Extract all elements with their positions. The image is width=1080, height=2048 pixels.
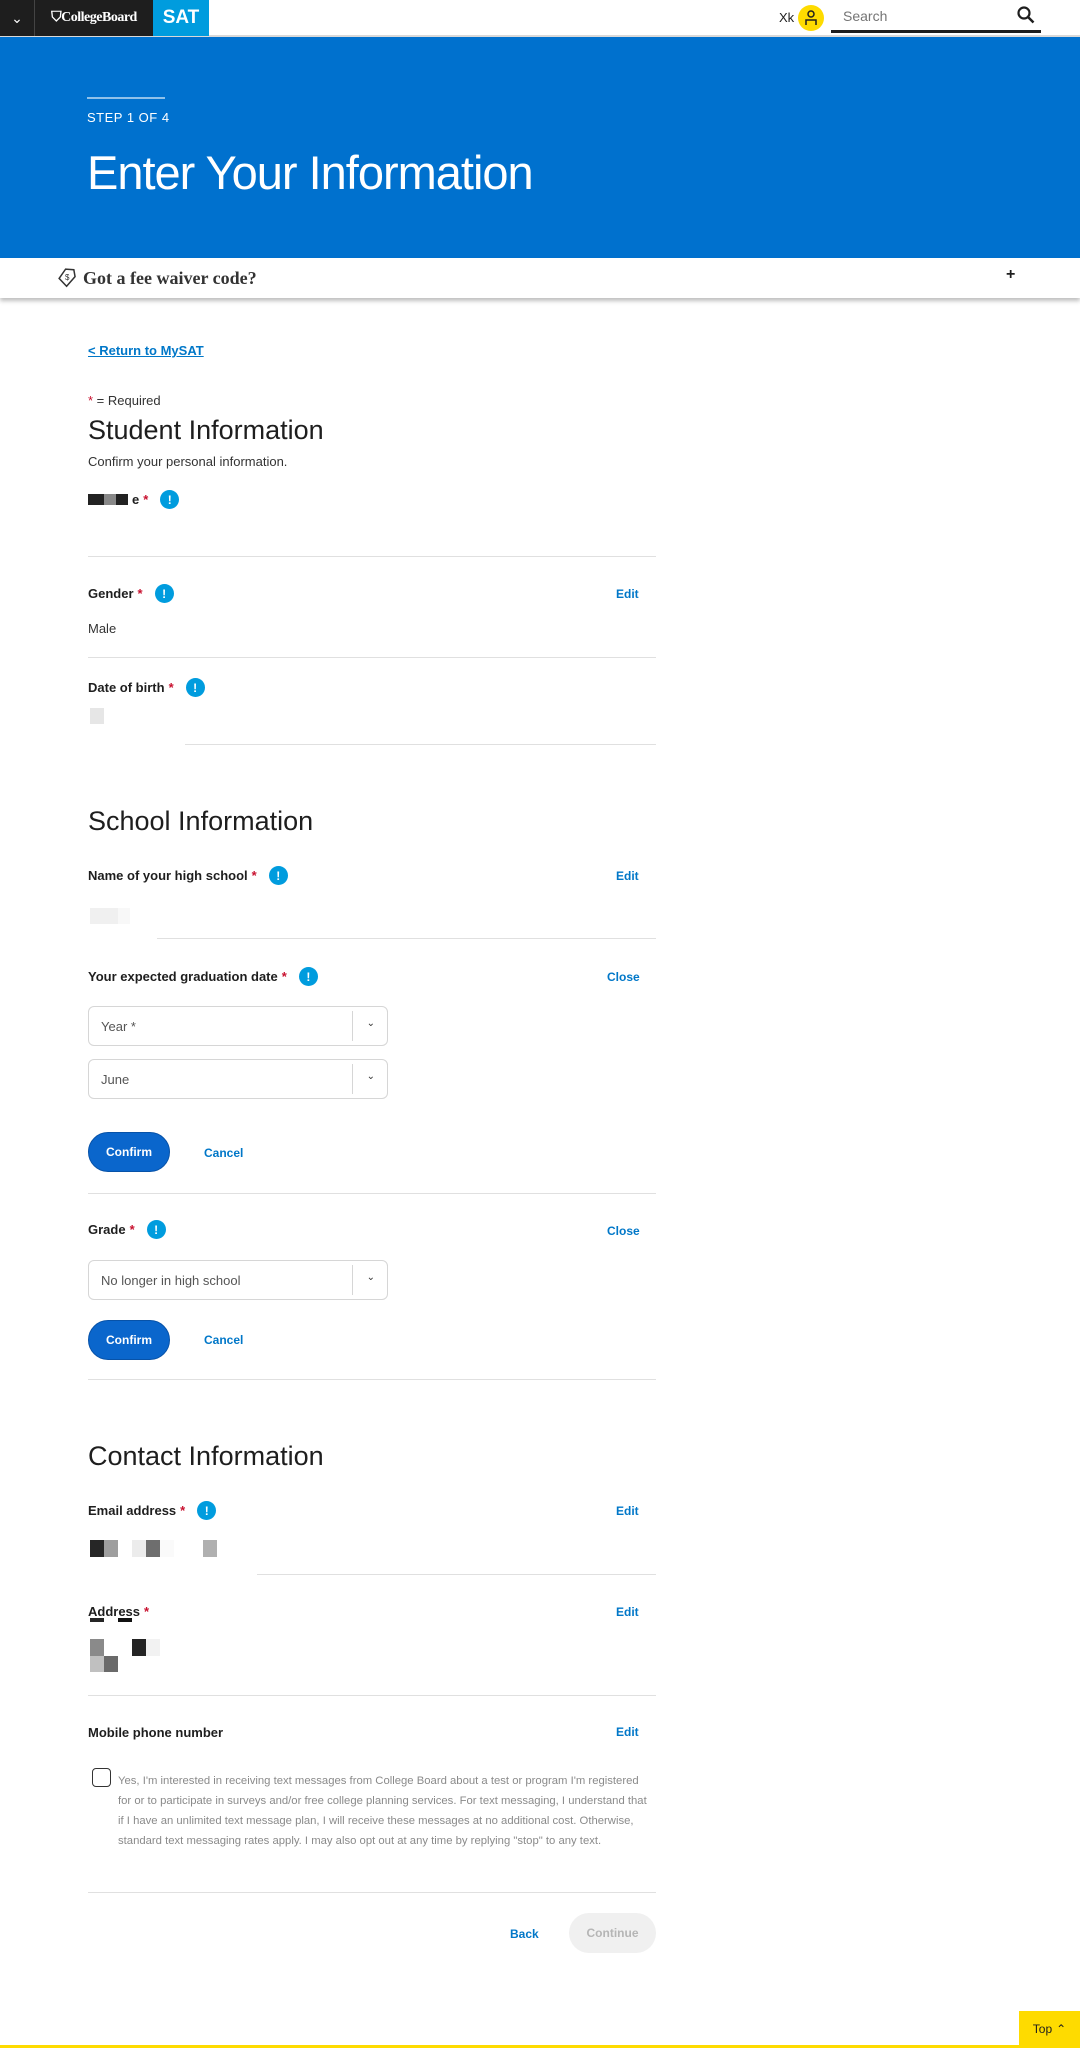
high-school-edit-link[interactable]: Edit <box>616 869 639 883</box>
info-icon[interactable]: ! <box>197 1501 217 1520</box>
chevron-down-icon: ⌄ <box>366 1071 375 1082</box>
student-subtitle: Confirm your personal information. <box>88 454 288 469</box>
chevron-down-icon: ⌄ <box>366 1272 375 1283</box>
page-title: Enter Your Information <box>87 146 534 199</box>
redacted-block <box>90 708 104 724</box>
chevron-up-icon: ⌃ <box>1056 2022 1067 2036</box>
back-button[interactable]: Back <box>510 1927 539 1941</box>
grade-select[interactable]: No longer in high school ⌄ <box>88 1260 388 1300</box>
info-icon[interactable]: ! <box>185 678 205 697</box>
grade-confirm-button[interactable]: Confirm <box>88 1320 170 1360</box>
divider <box>88 657 656 658</box>
name-field-label: e * ! <box>88 490 180 509</box>
info-icon[interactable]: ! <box>268 866 288 885</box>
student-information-heading: Student Information <box>88 415 324 445</box>
graduation-month-select[interactable]: June ⌄ <box>88 1059 388 1099</box>
svg-text:$: $ <box>65 273 70 282</box>
divider <box>257 1574 656 1575</box>
graduation-date-label: Your expected graduation date *! <box>88 967 318 986</box>
collegeboard-logo[interactable]: ⛉ CollegeBoard <box>35 0 153 36</box>
user-initials[interactable]: Xk <box>779 10 794 25</box>
acorn-icon: ⛉ <box>51 10 62 25</box>
back-to-top-button[interactable]: Top ⌃ <box>1019 2011 1080 2047</box>
school-information-heading: School Information <box>88 806 314 836</box>
grade-label: Grade *! <box>88 1220 166 1239</box>
info-icon[interactable]: ! <box>146 1220 166 1239</box>
menu-chevron-button[interactable]: ⌄ <box>0 0 35 36</box>
redacted-email <box>90 1540 218 1557</box>
redacted-block <box>90 908 130 924</box>
divider <box>88 1892 656 1893</box>
grade-cancel-link[interactable]: Cancel <box>204 1333 243 1347</box>
grade-close-link[interactable]: Close <box>607 1224 640 1238</box>
plus-icon[interactable]: + <box>1006 266 1015 284</box>
page-hero: STEP 1 OF 4 Enter Your Information <box>0 37 1080 258</box>
graduation-year-select[interactable]: Year * ⌄ <box>88 1006 388 1046</box>
gender-value: Male <box>88 621 117 636</box>
info-icon[interactable]: ! <box>298 967 318 986</box>
graduation-confirm-button[interactable]: Confirm <box>88 1132 170 1172</box>
chevron-down-icon: ⌄ <box>366 1018 375 1029</box>
graduation-cancel-link[interactable]: Cancel <box>204 1146 243 1160</box>
divider <box>157 938 656 939</box>
required-note: * = Required <box>88 393 161 408</box>
tag-icon: $ <box>58 268 76 288</box>
dob-label: Date of birth *! <box>88 678 205 697</box>
mobile-phone-label: Mobile phone number <box>88 1725 224 1740</box>
text-consent-label: Yes, I'm interested in receiving text me… <box>118 1775 647 1847</box>
address-edit-link[interactable]: Edit <box>616 1605 639 1619</box>
gender-edit-link[interactable]: Edit <box>616 587 639 601</box>
user-icon <box>805 10 817 25</box>
text-consent-checkbox[interactable] <box>92 1768 111 1787</box>
graduation-close-link[interactable]: Close <box>607 970 640 984</box>
fee-waiver-accordion[interactable]: $ Got a fee waiver code? + <box>0 258 1080 298</box>
divider <box>88 1695 656 1696</box>
step-indicator: STEP 1 OF 4 <box>87 110 170 125</box>
gender-label: Gender *! <box>88 584 174 603</box>
redacted-block <box>88 494 128 505</box>
address-label: Address * <box>88 1604 150 1619</box>
search-input[interactable] <box>843 8 1003 24</box>
search-icon[interactable] <box>1017 6 1035 24</box>
info-icon[interactable]: ! <box>160 490 180 509</box>
return-to-mysat-link[interactable]: < Return to MySAT <box>88 343 204 358</box>
high-school-label: Name of your high school *! <box>88 866 288 885</box>
sat-logo[interactable]: SAT <box>153 0 209 36</box>
user-avatar[interactable] <box>798 5 824 31</box>
redacted-address <box>90 1618 180 1674</box>
top-nav: ⌄ ⛉ CollegeBoard SAT Xk <box>0 0 1080 37</box>
hero-rule <box>87 97 165 99</box>
email-label: Email address *! <box>88 1501 217 1520</box>
contact-information-heading: Contact Information <box>88 1441 324 1471</box>
fee-waiver-label: Got a fee waiver code? <box>83 268 257 288</box>
divider <box>88 1193 656 1194</box>
mobile-edit-link[interactable]: Edit <box>616 1725 639 1739</box>
email-edit-link[interactable]: Edit <box>616 1504 639 1518</box>
continue-button[interactable]: Continue <box>569 1913 656 1953</box>
search-box <box>831 0 1041 33</box>
divider <box>88 1379 656 1380</box>
divider <box>88 556 656 557</box>
divider <box>185 744 656 745</box>
info-icon[interactable]: ! <box>154 584 174 603</box>
